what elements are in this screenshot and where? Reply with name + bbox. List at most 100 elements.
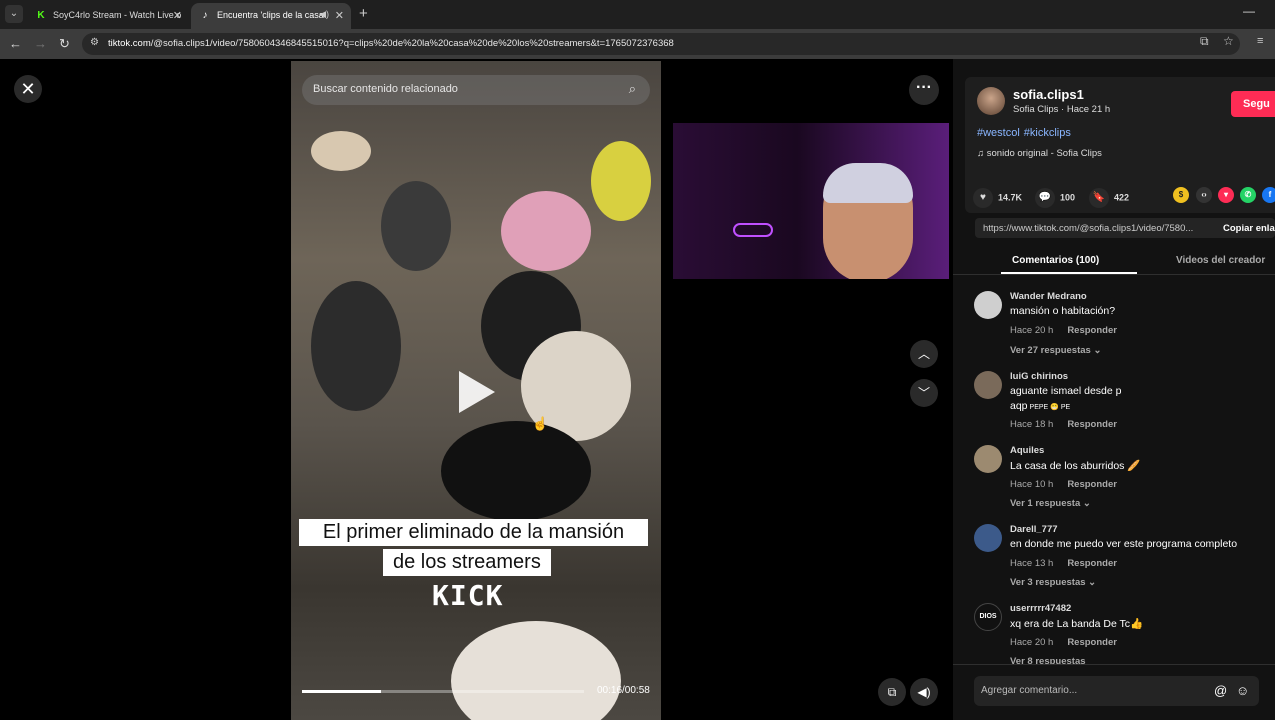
comment-badge: PEPE 😁 PE [1029,404,1071,411]
view-replies-button[interactable]: Ver 3 respuestas ⌄ [1010,577,1096,588]
view-replies-button[interactable]: Ver 27 respuestas ⌄ [1010,345,1101,356]
comment-meta: Hace 10 h Responder [1010,479,1117,490]
reply-button[interactable]: Responder [1067,419,1117,430]
url-text[interactable]: tiktok.com/@sofia.clips1/video/758060434… [108,38,674,49]
commenter-name[interactable]: Wander Medrano [1010,291,1087,302]
video-figure [591,141,651,221]
url-path: /@sofia.clips1/video/7580604346845515016… [150,38,674,49]
commenter-avatar[interactable] [974,524,1002,552]
comment-time: Hace 10 h [1010,479,1054,490]
copy-link-button[interactable]: Copiar enla [1223,223,1275,234]
author-username[interactable]: sofia.clips1 [1013,87,1084,102]
kick-watermark: KICK [432,579,504,612]
commenter-avatar[interactable]: DIOS [974,603,1002,631]
search-icon[interactable]: ⌕ [629,81,636,97]
audio-playing-icon[interactable]: ◀) [319,9,329,20]
coin-share-icon[interactable]: $ [1173,187,1189,203]
new-tab-icon[interactable]: + [359,5,368,22]
video-figure [441,421,591,521]
reload-icon[interactable]: ↻ [59,36,70,52]
video-player[interactable]: Buscar contenido relacionado ⌕ El primer… [291,61,661,720]
reply-button[interactable]: Responder [1067,558,1117,569]
tab-creator-videos[interactable]: Videos del creador [1176,255,1265,266]
comment-time: Hace 20 h [1010,637,1054,648]
previous-video-button[interactable]: ︿ [910,340,938,368]
like-button[interactable]: ♥ 14.7K [973,188,1022,208]
commenter-avatar[interactable] [974,291,1002,319]
comment-meta: Hace 20 h Responder [1010,325,1117,336]
floating-player-icon[interactable]: ⧉ [878,678,906,706]
author-avatar[interactable] [977,87,1005,115]
browser-tab-tiktok[interactable]: ♪ Encuentra 'clips de la casa ◀) ✕ [191,3,351,29]
comment-time: Hace 13 h [1010,558,1054,569]
commenter-name[interactable]: Darell_777 [1010,524,1058,535]
forward-icon[interactable]: → [34,36,47,51]
reply-button[interactable]: Responder [1067,637,1117,648]
follow-button[interactable]: Segu [1231,91,1275,117]
panel-tabs: Comentarios (100) Videos del creador [953,252,1275,275]
chevron-down-icon: ⌄ [1093,345,1102,356]
tab-title: SoyC4rlo Stream - Watch Live o [53,10,182,20]
comment-text: La casa de los aburridos 🥖 [1010,460,1141,472]
related-search-placeholder: Buscar contenido relacionado [313,83,458,95]
close-tab-icon[interactable]: ✕ [173,9,182,22]
back-icon[interactable]: ← [9,36,22,51]
hashtag-link[interactable]: #kickclips [1024,127,1071,139]
hashtag-link[interactable]: #westcol [977,127,1020,139]
extensions-icon[interactable]: ≡ [1257,35,1263,47]
commenter-name[interactable]: Aquiles [1010,445,1044,456]
reply-button[interactable]: Responder [1067,325,1117,336]
send-icon[interactable]: ▾ [1218,187,1234,203]
volume-icon[interactable]: ◀) [910,678,938,706]
video-figure [311,131,371,171]
sound-link[interactable]: ♫ sonido original - Sofia Clips [977,148,1102,159]
comment-button[interactable]: 💬 100 [1035,188,1075,208]
video-progress-bar[interactable] [302,690,584,693]
address-bar[interactable]: ⚙ tiktok.com/@sofia.clips1/video/7580604… [82,33,1240,55]
close-tab-icon[interactable]: ✕ [335,9,344,22]
site-info-icon[interactable]: ⚙ [90,37,99,48]
install-app-icon[interactable]: ⧉ [1200,34,1209,49]
comment-input-placeholder: Agregar comentario... [981,685,1078,696]
browser-toolbar: ← → ↻ ⚙ tiktok.com/@sofia.clips1/video/7… [0,29,1275,59]
hashtags: #westcol #kickclips [977,127,1075,139]
video-progress-fill [302,690,381,693]
heart-icon: ♥ [973,188,993,208]
embed-icon[interactable]: ‹› [1196,187,1212,203]
comment-meta: Hace 13 h Responder [1010,558,1117,569]
video-caption-line-1: El primer eliminado de la mansión [299,519,648,546]
author-subtitle: Sofia Clips · Hace 21 h [1013,104,1111,115]
whatsapp-icon[interactable]: ✆ [1240,187,1256,203]
related-search-input[interactable]: Buscar contenido relacionado ⌕ [302,75,650,105]
mention-icon[interactable]: @ [1214,683,1227,698]
streamer-cap [823,163,913,203]
comment-text: aguante ismael desde p [1010,385,1122,397]
commenter-name[interactable]: luiG chirinos [1010,371,1068,382]
facebook-icon[interactable]: f [1262,187,1275,203]
share-link-text[interactable]: https://www.tiktok.com/@sofia.clips1/vid… [983,223,1193,234]
video-timecode: 00:16/00:58 [597,685,650,696]
like-count: 14.7K [998,192,1023,203]
view-replies-button[interactable]: Ver 1 respuesta ⌄ [1010,498,1091,509]
reply-button[interactable]: Responder [1067,479,1117,490]
minimize-icon[interactable]: — [1243,4,1255,18]
tab-comments[interactable]: Comentarios (100) [1012,255,1099,266]
close-video-button[interactable]: ✕ [14,75,42,103]
commenter-avatar[interactable] [974,371,1002,399]
next-video-button[interactable]: ﹀ [910,379,938,407]
commenter-avatar[interactable] [974,445,1002,473]
bookmark-star-icon[interactable]: ☆ [1223,34,1234,48]
browser-tab-kick[interactable]: K SoyC4rlo Stream - Watch Live o ✕ [27,3,189,29]
commenter-name[interactable]: userrrrr47482 [1010,603,1071,614]
comment-time: Hace 18 h [1010,419,1054,430]
sound-name: sonido original - Sofia Clips [986,148,1102,159]
tab-search-icon[interactable]: ⌄ [5,5,23,23]
emoji-icon[interactable]: ☺ [1236,683,1249,698]
video-details-panel: sofia.clips1 Sofia Clips · Hace 21 h Seg… [953,59,1275,720]
comment-text: en donde me puedo ver este programa comp… [1010,538,1238,550]
video-figure [381,181,451,271]
more-options-button[interactable]: ··· [909,75,939,105]
play-icon[interactable] [459,371,495,413]
comment-input[interactable]: Agregar comentario... @ ☺ [974,676,1259,706]
save-button[interactable]: 🔖 422 [1089,188,1129,208]
